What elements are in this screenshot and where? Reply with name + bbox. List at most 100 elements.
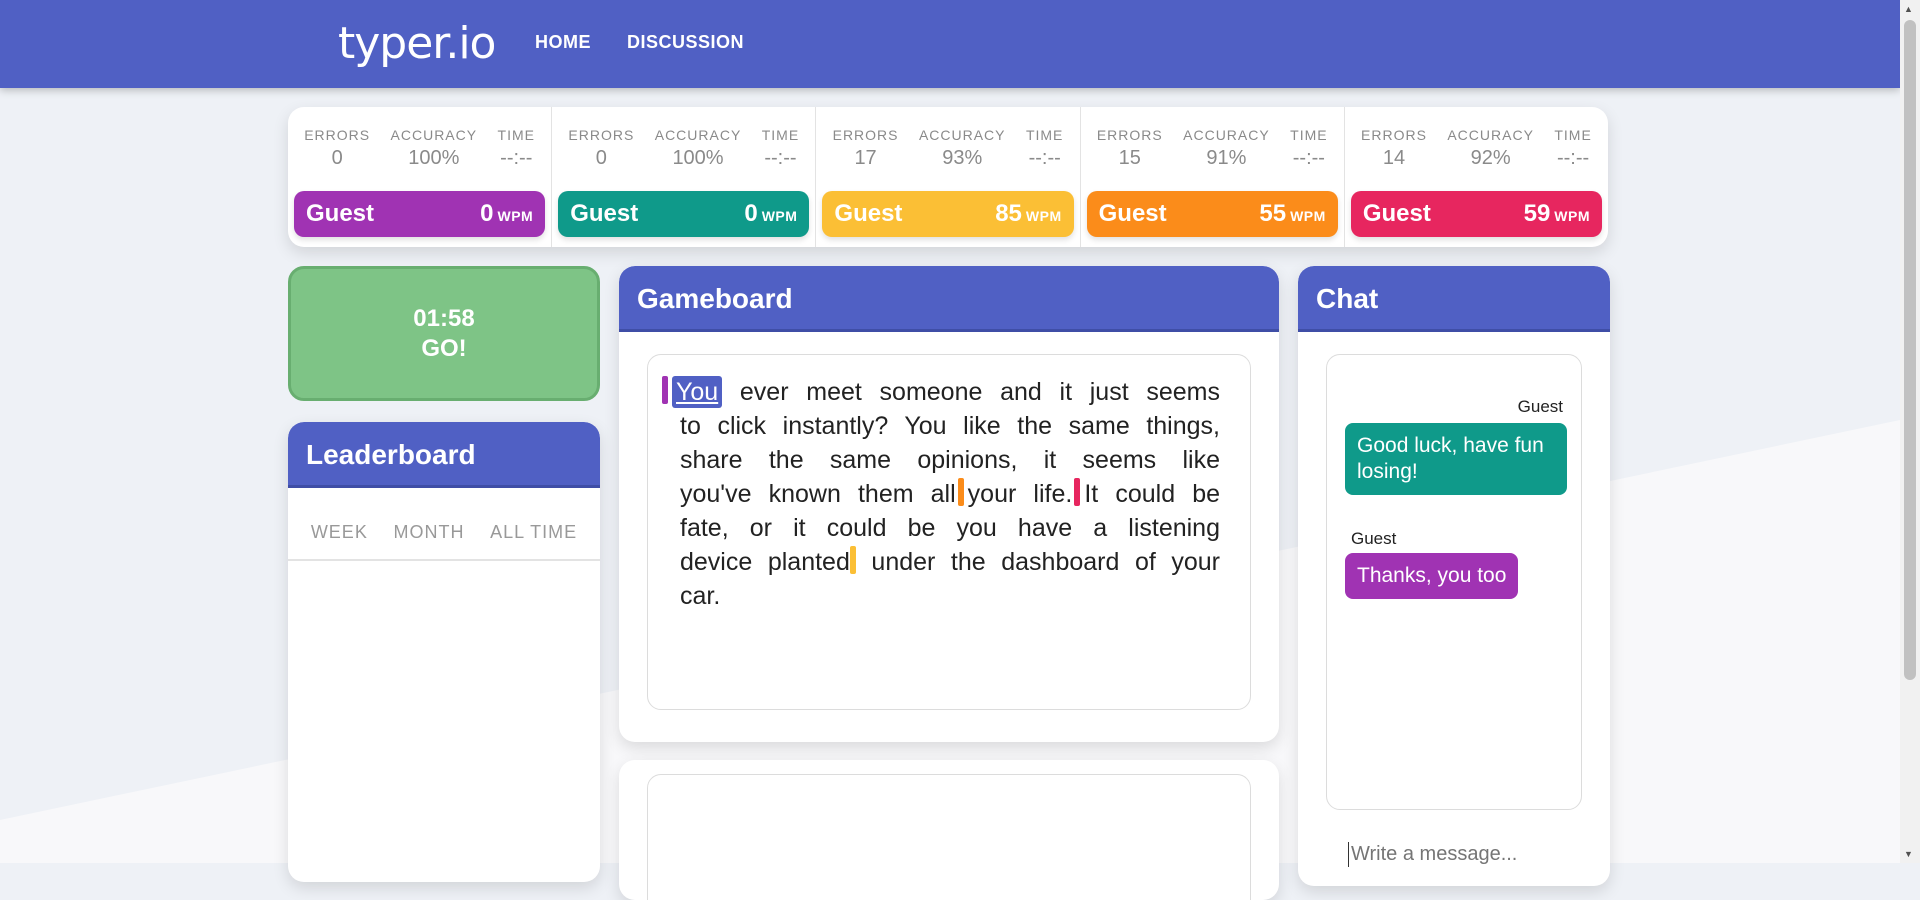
brand-logo[interactable]: typer.io — [338, 18, 496, 69]
stat-label: ERRORS — [568, 127, 635, 143]
wpm-unit: WPM — [761, 208, 798, 224]
stat-label: ERRORS — [304, 127, 371, 143]
player-wpm: 55 WPM — [1259, 200, 1325, 228]
navbar: typer.io HOME DISCUSSION — [0, 0, 1900, 88]
typing-panel — [619, 760, 1279, 900]
stat-label: TIME — [761, 127, 800, 143]
player-card: ERRORS 0 ACCURACY 100% TIME --:-- Guest 0 WP… — [552, 107, 817, 247]
passage-box: You ever meet someone and it just seems … — [647, 354, 1251, 710]
stat-label: ACCURACY — [918, 127, 1006, 143]
player-wpm: 0 WPM — [744, 200, 797, 228]
stat-label: TIME — [1554, 127, 1592, 143]
player-wpm: 85 WPM — [995, 200, 1061, 228]
player-cursor — [957, 478, 964, 506]
player-name: Guest — [834, 200, 903, 227]
stat-label: ACCURACY — [390, 127, 478, 143]
player-card: ERRORS 0 ACCURACY 100% TIME --:-- Guest 0 WP… — [288, 107, 553, 247]
chat-message-input[interactable] — [1348, 842, 1573, 867]
accuracy-value: 93% — [942, 147, 983, 169]
divider — [288, 559, 600, 561]
tab-all-time[interactable]: ALL TIME — [490, 522, 577, 543]
time-stat: TIME --:-- — [498, 127, 535, 170]
wpm-unit: WPM — [1290, 208, 1326, 224]
players-panel: ERRORS 0 ACCURACY 100% TIME --:-- Guest 0 WP… — [288, 107, 1608, 247]
current-word: You — [672, 376, 723, 408]
errors-stat: ERRORS 0 — [304, 127, 370, 170]
stat-label: ERRORS — [1096, 127, 1163, 143]
leaderboard-title: Leaderboard — [288, 422, 600, 488]
accuracy-stat: ACCURACY 91% — [1183, 127, 1270, 170]
accuracy-value: 91% — [1206, 147, 1247, 169]
accuracy-value: 92% — [1470, 147, 1511, 169]
player-badge: Guest 55 WPM — [1086, 191, 1338, 237]
player-name: Guest — [1362, 200, 1431, 227]
player-card: ERRORS 15 ACCURACY 91% TIME --:-- Guest 55 W… — [1081, 107, 1345, 247]
chat-title: Chat — [1298, 266, 1610, 332]
time-value: --:-- — [764, 147, 797, 169]
player-card: ERRORS 17 ACCURACY 93% TIME --:-- Guest 85 W… — [816, 107, 1081, 247]
time-stat: TIME --:-- — [1290, 127, 1327, 170]
stat-label: ACCURACY — [1183, 127, 1270, 143]
accuracy-value: 100% — [672, 147, 724, 169]
player-badge: Guest 85 WPM — [822, 191, 1074, 237]
scroll-thumb[interactable] — [1904, 20, 1916, 680]
time-stat: TIME --:-- — [1026, 127, 1063, 170]
wpm-unit: WPM — [1554, 208, 1591, 224]
chat-messages: Guest Good luck, have fun losing! Guest … — [1326, 354, 1582, 810]
errors-stat: ERRORS 0 — [568, 127, 634, 170]
player-wpm: 59 WPM — [1524, 200, 1590, 228]
stat-label: ERRORS — [1361, 127, 1427, 143]
stat-label: ACCURACY — [654, 127, 742, 143]
accuracy-value: 100% — [408, 147, 460, 169]
tab-week[interactable]: WEEK — [311, 522, 368, 543]
player-badge: Guest 0 WPM — [294, 191, 546, 237]
scroll-down-icon[interactable]: ▼ — [1904, 849, 1913, 859]
stat-label: TIME — [497, 127, 535, 143]
player-name: Guest — [1098, 200, 1167, 227]
player-cursor — [662, 376, 668, 404]
stat-label: ERRORS — [832, 127, 899, 143]
wpm-unit: WPM — [497, 208, 534, 224]
wpm-value: 55 — [1259, 200, 1287, 227]
time-value: --:-- — [1028, 147, 1061, 169]
time-value: --:-- — [500, 147, 533, 169]
chat-panel: Chat Guest Good luck, have fun losing! G… — [1298, 266, 1610, 886]
player-wpm: 0 WPM — [480, 200, 533, 228]
timer-status: GO! — [421, 334, 467, 362]
errors-stat: ERRORS 17 — [833, 127, 899, 170]
wpm-value: 59 — [1523, 200, 1551, 227]
leaderboard-panel: Leaderboard WEEK MONTH ALL TIME — [288, 422, 600, 882]
player-badge: Guest 0 WPM — [558, 191, 810, 237]
gameboard-panel: Gameboard You ever meet someone and it j… — [619, 266, 1279, 742]
chat-message: Good luck, have fun losing! — [1345, 423, 1567, 495]
accuracy-stat: ACCURACY 92% — [1447, 127, 1534, 170]
errors-value: 14 — [1382, 147, 1406, 169]
errors-stat: ERRORS 15 — [1097, 127, 1163, 170]
accuracy-stat: ACCURACY 100% — [655, 127, 742, 170]
nav-discussion-link[interactable]: DISCUSSION — [627, 32, 744, 53]
player-name: Guest — [306, 200, 375, 227]
wpm-value: 85 — [995, 200, 1022, 227]
time-stat: TIME --:-- — [762, 127, 799, 170]
countdown-timer: 01:58 GO! — [288, 266, 600, 401]
errors-value: 15 — [1118, 147, 1141, 169]
player-card: ERRORS 14 ACCURACY 92% TIME --:-- Guest 59 W… — [1345, 107, 1608, 247]
tab-month[interactable]: MONTH — [393, 522, 464, 543]
wpm-value: 0 — [744, 200, 758, 227]
stat-label: TIME — [1290, 127, 1328, 143]
time-stat: TIME --:-- — [1554, 127, 1591, 170]
player-name: Guest — [570, 200, 639, 227]
player-badge: Guest 59 WPM — [1350, 191, 1603, 237]
accuracy-stat: ACCURACY 93% — [919, 127, 1006, 170]
time-value: --:-- — [1292, 147, 1325, 169]
stat-label: ACCURACY — [1447, 127, 1534, 143]
passage-segment: your life. — [967, 480, 1073, 508]
errors-stat: ERRORS 14 — [1361, 127, 1427, 170]
chat-message: Thanks, you too — [1345, 553, 1519, 599]
leaderboard-tabs: WEEK MONTH ALL TIME — [288, 522, 600, 543]
scroll-up-icon[interactable]: ▲ — [1904, 4, 1913, 14]
message-sender: Guest — [1351, 529, 1397, 548]
typing-input-box[interactable] — [647, 774, 1251, 900]
scrollbar[interactable]: ▲ ▼ — [1900, 0, 1920, 863]
nav-home-link[interactable]: HOME — [535, 32, 591, 53]
